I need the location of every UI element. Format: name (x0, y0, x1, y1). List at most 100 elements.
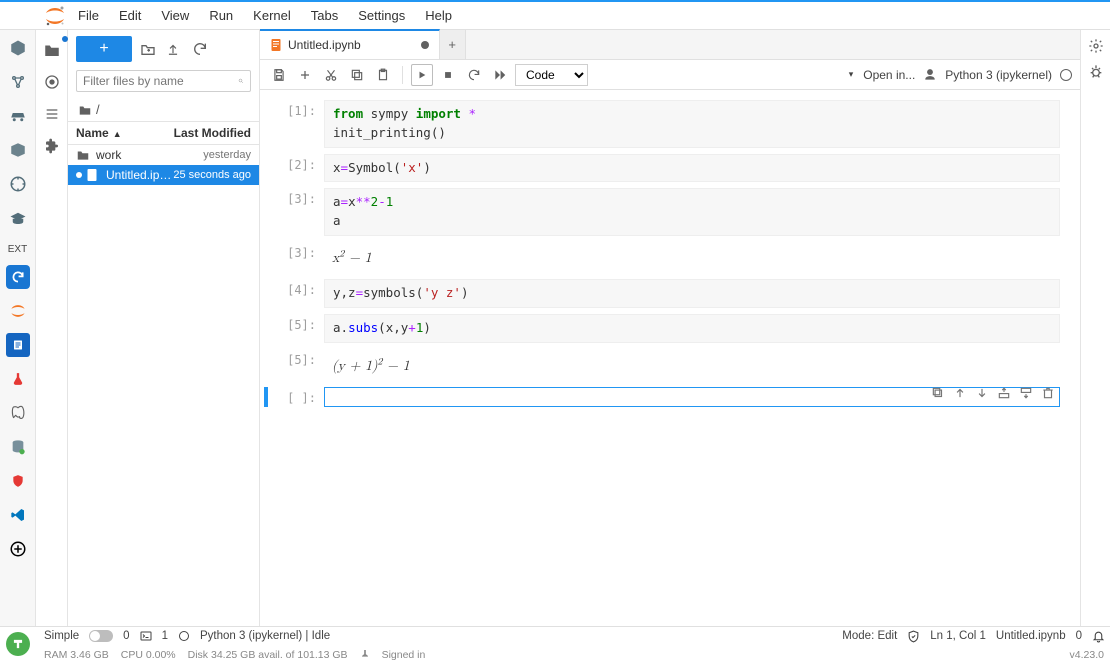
disk-label: Disk 34.25 GB avail. of 101.13 GB (188, 649, 348, 661)
signed-in-label: Signed in (382, 649, 426, 661)
cell-type-select[interactable]: Code (515, 64, 588, 86)
launcher-education-icon[interactable] (6, 206, 30, 230)
restart-icon[interactable] (463, 64, 485, 86)
code-cell[interactable]: [1]:from sympy import * init_printing() (270, 100, 1060, 148)
launcher-lab-icon[interactable] (6, 367, 30, 391)
cell-input[interactable]: from sympy import * init_printing() (324, 100, 1060, 148)
kernel-status-icon (1060, 69, 1072, 81)
duplicate-icon[interactable] (930, 385, 946, 401)
cell-input[interactable]: y,z=symbols('y z') (324, 279, 1060, 308)
launcher-bar: EXT (0, 30, 36, 626)
run-all-icon[interactable] (489, 64, 511, 86)
mode-label[interactable]: Mode: Edit (842, 630, 897, 642)
new-folder-icon[interactable] (140, 42, 158, 56)
menu-view[interactable]: View (151, 2, 199, 30)
cell-input[interactable]: a=x**2-1 a (324, 188, 1060, 236)
insert-above-icon[interactable] (996, 385, 1012, 401)
folder-icon (78, 104, 92, 116)
filter-input[interactable] (83, 74, 238, 88)
menu-file[interactable]: File (68, 2, 109, 30)
col-modified-label[interactable]: Last Modified (174, 126, 251, 140)
settings-icon[interactable] (1088, 38, 1104, 54)
launcher-graph-icon[interactable] (6, 70, 30, 94)
toc-icon[interactable] (42, 104, 62, 124)
launcher-refresh-icon[interactable] (6, 265, 30, 289)
paste-icon[interactable] (372, 64, 394, 86)
output-cell: [3]:x2 − 1 (270, 242, 1060, 274)
file-row[interactable]: Untitled.ip…25 seconds ago (68, 165, 259, 185)
kernels-count[interactable]: 1 (162, 630, 168, 642)
upload-icon[interactable] (166, 41, 184, 57)
bottom-launch-icon[interactable] (6, 632, 30, 656)
notebook-icon (86, 168, 102, 182)
file-browser: + / Name▲ Last Modified workyesterdayUnt… (68, 30, 260, 626)
move-up-icon[interactable] (952, 385, 968, 401)
launcher-postgres-icon[interactable] (6, 401, 30, 425)
run-icon[interactable] (411, 64, 433, 86)
refresh-icon[interactable] (192, 41, 210, 57)
output-cell: [5]:(y + 1)2 − 1 (270, 349, 1060, 381)
save-icon[interactable] (268, 64, 290, 86)
delete-icon[interactable] (1040, 385, 1056, 401)
copy-icon[interactable] (346, 64, 368, 86)
launcher-doc-icon[interactable] (6, 333, 30, 357)
menu-kernel[interactable]: Kernel (243, 2, 301, 30)
move-down-icon[interactable] (974, 385, 990, 401)
status-file-label[interactable]: Untitled.ipynb (996, 630, 1066, 642)
cell-input[interactable]: a.subs(x,y+1) (324, 314, 1060, 343)
stop-icon[interactable] (437, 64, 459, 86)
notebook-toolbar: Code ▾ Open in... Python 3 (ipykernel) (260, 60, 1080, 90)
launcher-box-icon[interactable] (6, 138, 30, 162)
code-cell[interactable]: [3]:a=x**2-1 a (270, 188, 1060, 236)
launcher-cube-icon[interactable] (6, 36, 30, 60)
cell-input[interactable]: x=Symbol('x') (324, 154, 1060, 183)
launcher-db-icon[interactable] (6, 435, 30, 459)
bell-icon[interactable] (1092, 630, 1104, 642)
code-cell[interactable]: [5]:a.subs(x,y+1) (270, 314, 1060, 343)
tab-dirty-icon[interactable] (421, 41, 429, 49)
kernel-sessions-icon (178, 630, 190, 642)
cursor-pos-label[interactable]: Ln 1, Col 1 (930, 630, 986, 642)
insert-below-icon[interactable] (1018, 385, 1034, 401)
open-in-label[interactable]: Open in... (863, 68, 915, 82)
new-launcher-button[interactable]: + (76, 36, 132, 62)
menu-settings[interactable]: Settings (348, 2, 415, 30)
code-cell[interactable]: [2]:x=Symbol('x') (270, 154, 1060, 183)
terminals-count[interactable]: 0 (123, 630, 129, 642)
kernel-name-label[interactable]: Python 3 (ipykernel) (945, 68, 1052, 82)
kernel-status-label[interactable]: Python 3 (ipykernel) | Idle (200, 630, 330, 642)
debugger-icon[interactable] (1088, 64, 1104, 80)
code-cell[interactable]: [4]:y,z=symbols('y z') (270, 279, 1060, 308)
cpu-label: CPU 0.00% (121, 649, 176, 661)
search-icon (238, 74, 244, 88)
launcher-shield-icon[interactable] (6, 469, 30, 493)
launcher-compass-icon[interactable] (6, 172, 30, 196)
trusted-status-icon[interactable] (907, 630, 920, 643)
filter-input-wrapper (76, 70, 251, 92)
running-icon[interactable] (42, 72, 62, 92)
cut-icon[interactable] (320, 64, 342, 86)
file-row[interactable]: workyesterday (68, 145, 259, 165)
simple-toggle[interactable] (89, 630, 113, 642)
signed-in-icon (360, 649, 370, 661)
col-name-label[interactable]: Name (76, 126, 109, 140)
breadcrumb[interactable]: / (68, 98, 259, 121)
launcher-car-icon[interactable] (6, 104, 30, 128)
menu-edit[interactable]: Edit (109, 2, 151, 30)
terminal-icon (140, 631, 152, 641)
menu-tabs[interactable]: Tabs (301, 2, 348, 30)
notebook-cells: [1]:from sympy import * init_printing() [… (260, 90, 1080, 626)
tab-untitled[interactable]: Untitled.ipynb (260, 29, 440, 59)
trusted-icon[interactable] (923, 68, 937, 82)
folder-icon (76, 149, 92, 161)
launcher-vscode-icon[interactable] (6, 503, 30, 527)
launcher-add-icon[interactable] (6, 537, 30, 561)
menu-run[interactable]: Run (199, 2, 243, 30)
insert-cell-icon[interactable] (294, 64, 316, 86)
extensions-icon[interactable] (42, 136, 62, 156)
menu-help[interactable]: Help (415, 2, 462, 30)
code-cell[interactable]: [ ]: (270, 387, 1060, 407)
folder-icon[interactable] (42, 40, 62, 60)
launcher-jupyter-icon[interactable] (6, 299, 30, 323)
add-tab-button[interactable]: + (440, 30, 466, 59)
